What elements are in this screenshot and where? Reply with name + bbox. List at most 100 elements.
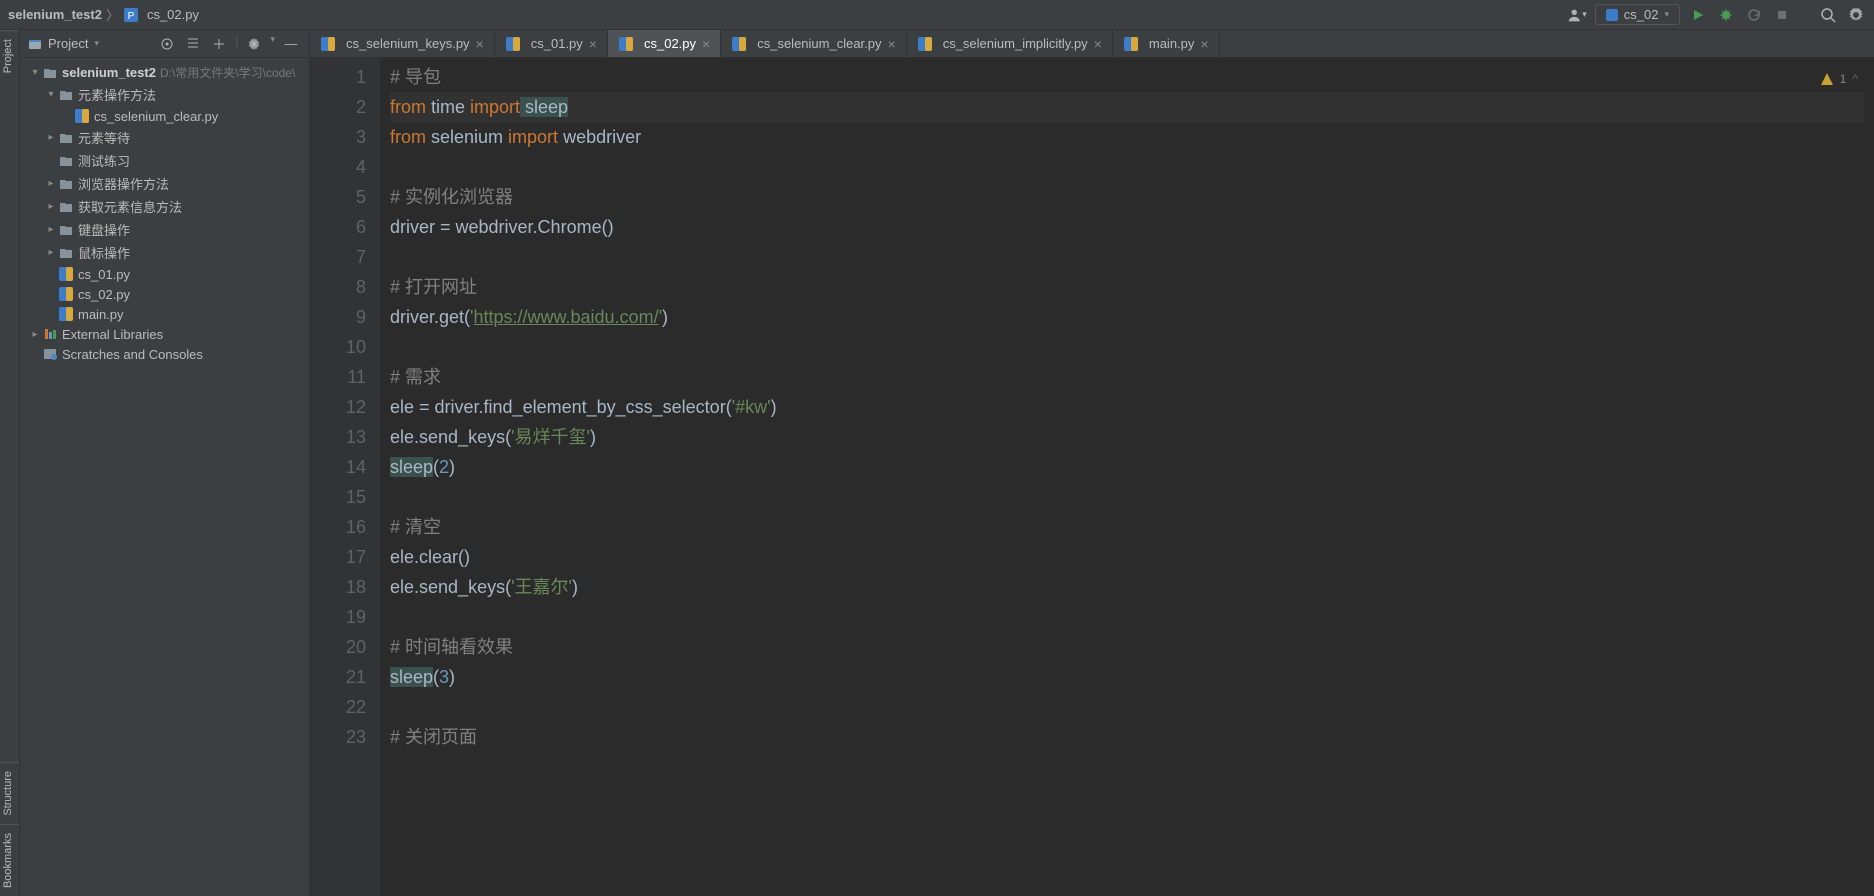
line-number[interactable]: 9 [314, 302, 366, 332]
tree-node[interactable]: ▾selenium_test2D:\常用文件夹\学习\code\ [20, 62, 309, 83]
rerun-button[interactable] [1744, 5, 1764, 25]
line-number[interactable]: 12 [314, 392, 366, 422]
close-icon[interactable]: × [589, 36, 597, 52]
line-number[interactable]: 15 [314, 482, 366, 512]
tree-node[interactable]: ▸鼠标操作 [20, 241, 309, 264]
side-tab-bookmarks[interactable]: Bookmarks [0, 824, 19, 896]
tree-node[interactable]: cs_selenium_clear.py [20, 106, 309, 126]
code-line[interactable]: # 清空 [390, 512, 1864, 542]
tree-node[interactable]: main.py [20, 304, 309, 324]
code-line[interactable]: sleep(2) [390, 452, 1864, 482]
close-icon[interactable]: × [1200, 36, 1208, 52]
editor-tab[interactable]: cs_selenium_implicitly.py× [907, 30, 1113, 57]
line-number[interactable]: 22 [314, 692, 366, 722]
line-number[interactable]: 14 [314, 452, 366, 482]
tree-arrow-icon[interactable]: ▸ [44, 247, 58, 258]
line-number[interactable]: 23 [314, 722, 366, 752]
code-line[interactable]: # 关闭页面 [390, 722, 1864, 752]
tree-node[interactable]: ▸元素等待 [20, 126, 309, 149]
line-number[interactable]: 1 [314, 62, 366, 92]
tree-arrow-icon[interactable]: ▾ [44, 89, 58, 100]
code-line[interactable]: # 导包 [390, 62, 1864, 92]
code-line[interactable] [390, 602, 1864, 632]
line-number[interactable]: 11 [314, 362, 366, 392]
tree-node[interactable]: ▸获取元素信息方法 [20, 195, 309, 218]
run-configuration-selector[interactable]: cs_02 ▾ [1595, 4, 1680, 25]
close-icon[interactable]: × [1094, 36, 1102, 52]
debug-button[interactable] [1716, 5, 1736, 25]
tree-arrow-icon[interactable]: ▸ [28, 329, 42, 340]
code-line[interactable] [390, 152, 1864, 182]
tree-arrow-icon[interactable]: ▸ [44, 132, 58, 143]
search-everywhere-icon[interactable] [1818, 5, 1838, 25]
code-line[interactable]: # 时间轴看效果 [390, 632, 1864, 662]
hide-panel-icon[interactable]: — [281, 34, 301, 54]
editor-tab[interactable]: cs_selenium_clear.py× [721, 30, 906, 57]
stop-button[interactable] [1772, 5, 1792, 25]
line-number[interactable]: 5 [314, 182, 366, 212]
run-button[interactable] [1688, 5, 1708, 25]
code-line[interactable]: ele = driver.find_element_by_css_selecto… [390, 392, 1864, 422]
gear-icon[interactable] [244, 34, 264, 54]
line-number[interactable]: 20 [314, 632, 366, 662]
editor-tab[interactable]: main.py× [1113, 30, 1220, 57]
code-line[interactable]: # 实例化浏览器 [390, 182, 1864, 212]
line-number[interactable]: 10 [314, 332, 366, 362]
line-number[interactable]: 8 [314, 272, 366, 302]
tree-node[interactable]: ▸浏览器操作方法 [20, 172, 309, 195]
line-number[interactable]: 18 [314, 572, 366, 602]
tree-arrow-icon[interactable]: ▸ [44, 178, 58, 189]
tree-node[interactable]: Scratches and Consoles [20, 344, 309, 364]
code-line[interactable]: driver = webdriver.Chrome() [390, 212, 1864, 242]
tree-arrow-icon[interactable]: ▾ [28, 67, 42, 78]
line-number[interactable]: 17 [314, 542, 366, 572]
code-line[interactable] [390, 242, 1864, 272]
project-tree[interactable]: ▾selenium_test2D:\常用文件夹\学习\code\▾元素操作方法c… [20, 58, 309, 896]
code-line[interactable]: ele.send_keys('王嘉尔') [390, 572, 1864, 602]
code-line[interactable]: from selenium import webdriver [390, 122, 1864, 152]
tree-node[interactable]: ▾元素操作方法 [20, 83, 309, 106]
tree-node[interactable]: cs_02.py [20, 284, 309, 304]
breadcrumb-file[interactable]: cs_02.py [147, 7, 199, 22]
editor-tab[interactable]: cs_02.py× [608, 30, 721, 57]
line-number[interactable]: 6 [314, 212, 366, 242]
project-view-selector[interactable]: Project ▾ [28, 36, 99, 51]
select-opened-file-icon[interactable] [157, 34, 177, 54]
tree-node[interactable]: ▸External Libraries [20, 324, 309, 344]
code-line[interactable] [390, 332, 1864, 362]
code-line[interactable]: driver.get('https://www.baidu.com/') [390, 302, 1864, 332]
inspection-widget[interactable]: 1 ^ [1820, 64, 1858, 94]
tree-arrow-icon[interactable]: ▸ [44, 224, 58, 235]
code-area[interactable]: 1 ^ # 导包from time import sleepfrom selen… [380, 58, 1874, 896]
code-line[interactable]: ele.clear() [390, 542, 1864, 572]
code-line[interactable]: # 打开网址 [390, 272, 1864, 302]
editor-tab[interactable]: cs_01.py× [495, 30, 608, 57]
settings-icon[interactable] [1846, 5, 1866, 25]
code-line[interactable]: # 需求 [390, 362, 1864, 392]
line-number[interactable]: 13 [314, 422, 366, 452]
line-number[interactable]: 3 [314, 122, 366, 152]
expand-all-icon[interactable] [183, 34, 203, 54]
breadcrumb-root[interactable]: selenium_test2 [8, 7, 102, 22]
collapse-all-icon[interactable] [209, 34, 229, 54]
user-icon[interactable]: ▾ [1567, 5, 1587, 25]
gutter[interactable]: 1234567891011121314151617181920212223 [310, 58, 380, 896]
code-editor[interactable]: 1234567891011121314151617181920212223 1 … [310, 58, 1874, 896]
side-tab-project[interactable]: Project [0, 30, 19, 81]
side-tab-structure[interactable]: Structure [0, 762, 19, 824]
code-line[interactable]: from time import sleep [390, 92, 1864, 122]
code-line[interactable] [390, 482, 1864, 512]
line-number[interactable]: 21 [314, 662, 366, 692]
line-number[interactable]: 4 [314, 152, 366, 182]
close-icon[interactable]: × [888, 36, 896, 52]
close-icon[interactable]: × [476, 36, 484, 52]
editor-tab[interactable]: cs_selenium_keys.py× [310, 30, 495, 57]
breadcrumb[interactable]: selenium_test2 〉 P cs_02.py [8, 5, 199, 24]
tree-arrow-icon[interactable]: ▸ [44, 201, 58, 212]
line-number[interactable]: 16 [314, 512, 366, 542]
tree-node[interactable]: 测试练习 [20, 149, 309, 172]
code-line[interactable]: ele.send_keys('易烊千玺') [390, 422, 1864, 452]
close-icon[interactable]: × [702, 36, 710, 52]
tree-node[interactable]: cs_01.py [20, 264, 309, 284]
line-number[interactable]: 19 [314, 602, 366, 632]
